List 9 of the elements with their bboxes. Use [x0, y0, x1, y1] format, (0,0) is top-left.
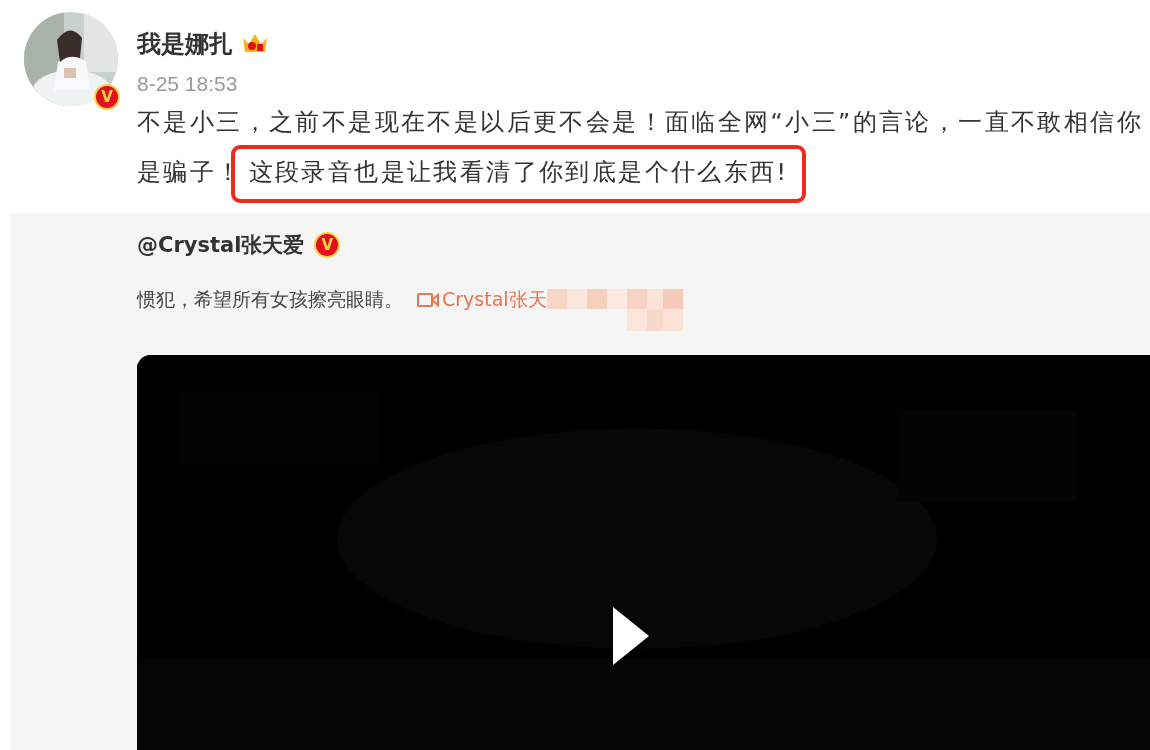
- play-icon[interactable]: [613, 607, 649, 665]
- repost-author[interactable]: @Crystal张天爱: [137, 231, 305, 259]
- post-text: 不是小三，之前不是现在不是以后更不会是！面临全网“小三”的言论，一直不敢相信你是骗子！ 这段录音也是让我看清了你到底是个什么东西!: [137, 100, 1147, 203]
- post-time: 8-25 18:53: [137, 72, 239, 96]
- verified-badge: V: [314, 232, 341, 258]
- verified-badge: V: [94, 84, 120, 110]
- video-icon: [417, 292, 439, 308]
- repost-text: 惯犯，希望所有女孩擦亮眼睛。: [137, 287, 403, 312]
- author-name[interactable]: 我是娜扎: [137, 28, 233, 60]
